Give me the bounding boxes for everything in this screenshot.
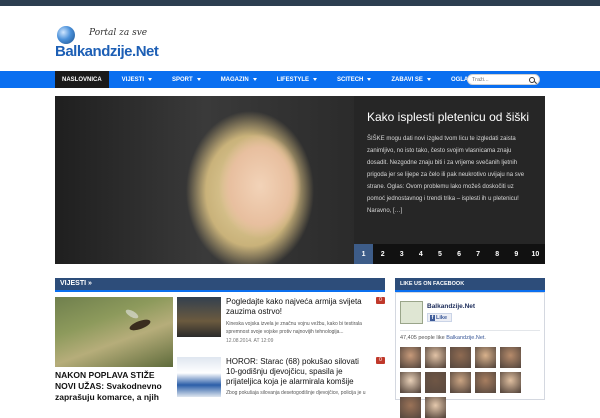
section-underline bbox=[55, 290, 385, 292]
news-post: Pogledajte kako najveća armija svijeta z… bbox=[177, 297, 385, 355]
slider-page-8[interactable]: 8 bbox=[488, 244, 507, 264]
post-thumbnail[interactable] bbox=[177, 357, 221, 397]
top-strip bbox=[0, 0, 600, 6]
post-excerpt: Kineska vojska izvela je značnu vojnu ve… bbox=[226, 321, 362, 335]
site-tagline: Portal za sve bbox=[89, 28, 148, 38]
nav-item-label: NASLOVNICA bbox=[62, 76, 102, 83]
slider-page-5[interactable]: 5 bbox=[430, 244, 449, 264]
site-name: Balkandzije.Net bbox=[55, 43, 159, 60]
slider-page-9[interactable]: 9 bbox=[507, 244, 526, 264]
caret-down-icon bbox=[367, 78, 372, 81]
fan-avatar[interactable] bbox=[400, 372, 421, 393]
slider-caption: Kako isplesti pletenicu od šiški ŠIŠKE m… bbox=[354, 96, 545, 244]
fan-avatar[interactable] bbox=[450, 347, 471, 368]
facebook-page-avatar[interactable] bbox=[400, 301, 423, 324]
nav-item-vijesti[interactable]: VIJESTI bbox=[115, 71, 159, 88]
fan-avatar[interactable] bbox=[475, 372, 496, 393]
fan-avatar[interactable] bbox=[425, 397, 446, 418]
globe-icon bbox=[57, 26, 75, 44]
fan-avatar[interactable] bbox=[425, 372, 446, 393]
caret-down-icon bbox=[252, 78, 257, 81]
mosquito-body bbox=[128, 317, 152, 333]
slider-image[interactable] bbox=[55, 96, 354, 264]
nav-menu: NASLOVNICA VIJESTI SPORT MAGAZIN LIFESTYLE SC… bbox=[55, 71, 495, 88]
like-count-page-link[interactable]: Balkandzije.Net bbox=[446, 335, 484, 341]
nav-item-magazin[interactable]: MAGAZIN bbox=[214, 71, 264, 88]
post-title[interactable]: Pogledajte kako najveća armija svijeta z… bbox=[226, 297, 369, 317]
news-post: HOROR: Starac (68) pokušao silovati 10-g… bbox=[177, 357, 385, 400]
divider bbox=[400, 330, 540, 331]
search-box[interactable] bbox=[467, 74, 540, 85]
fan-avatar[interactable] bbox=[400, 347, 421, 368]
caret-down-icon bbox=[148, 78, 153, 81]
nav-item-label: VIJESTI bbox=[121, 76, 145, 83]
nav-item-label: ZABAVI SE bbox=[391, 76, 423, 83]
news-section-title[interactable]: VIJESTI » bbox=[60, 278, 92, 290]
post-date: 12.08.2014. AT 12:09 bbox=[226, 338, 274, 344]
caret-down-icon bbox=[196, 78, 201, 81]
fan-avatar[interactable] bbox=[500, 372, 521, 393]
search-input[interactable] bbox=[472, 75, 527, 84]
slider-page-4[interactable]: 4 bbox=[411, 244, 430, 264]
mosquito-wing bbox=[124, 307, 140, 321]
nav-item-naslovnica[interactable]: NASLOVNICA bbox=[55, 71, 109, 88]
slider-page-6[interactable]: 6 bbox=[449, 244, 468, 264]
news-section-header: VIJESTI » bbox=[55, 278, 385, 292]
facebook-widget-header: LIKE US ON FACEBOOK bbox=[395, 278, 545, 292]
caret-down-icon bbox=[313, 78, 318, 81]
slider-pager: 1 2 3 4 5 6 7 8 9 10 bbox=[354, 244, 545, 264]
comment-count-badge[interactable]: 0 bbox=[376, 357, 385, 364]
nav-item-label: MAGAZIN bbox=[220, 76, 249, 83]
slider-page-3[interactable]: 3 bbox=[392, 244, 411, 264]
post-title[interactable]: HOROR: Starac (68) pokušao silovati 10-g… bbox=[226, 357, 369, 387]
facebook-like-count: 47,405 people like Balkandzije.Net. bbox=[400, 335, 486, 341]
site-logo[interactable]: Portal za sve Balkandzije.Net bbox=[55, 24, 165, 64]
facebook-widget-title: LIKE US ON FACEBOOK bbox=[400, 281, 465, 287]
caret-down-icon bbox=[426, 78, 431, 81]
post-thumbnail[interactable] bbox=[177, 297, 221, 337]
fan-avatar[interactable] bbox=[425, 347, 446, 368]
facebook-like-box: Balkandzije.Net Like 47,405 people like … bbox=[395, 292, 545, 418]
nav-item-scitech[interactable]: SCITECH bbox=[330, 71, 378, 88]
facebook-fan-faces bbox=[400, 347, 540, 418]
nav-item-label: SCITECH bbox=[337, 76, 364, 83]
fan-avatar[interactable] bbox=[450, 372, 471, 393]
nav-item-sport[interactable]: SPORT bbox=[165, 71, 208, 88]
featured-slider: Kako isplesti pletenicu od šiški ŠIŠKE m… bbox=[55, 96, 545, 264]
nav-item-label: LIFESTYLE bbox=[276, 76, 310, 83]
nav-item-lifestyle[interactable]: LIFESTYLE bbox=[270, 71, 324, 88]
slider-page-7[interactable]: 7 bbox=[469, 244, 488, 264]
slider-title[interactable]: Kako isplesti pletenicu od šiški bbox=[367, 110, 533, 124]
slider-page-2[interactable]: 2 bbox=[373, 244, 392, 264]
fan-avatar[interactable] bbox=[500, 347, 521, 368]
slider-page-1[interactable]: 1 bbox=[354, 244, 374, 264]
slider-page-10[interactable]: 10 bbox=[526, 244, 545, 264]
facebook-page-name[interactable]: Balkandzije.Net bbox=[427, 303, 475, 310]
nav-item-zabavi-se[interactable]: ZABAVI SE bbox=[384, 71, 438, 88]
nav-item-label: SPORT bbox=[172, 76, 193, 83]
main-navigation: NASLOVNICA VIJESTI SPORT MAGAZIN LIFESTYLE SC… bbox=[0, 71, 600, 88]
fan-avatar[interactable] bbox=[400, 397, 421, 418]
search-icon[interactable] bbox=[529, 76, 535, 83]
featured-news-title[interactable]: NAKON POPLAVA STIŽE NOVI UŽAS: Svakodnev… bbox=[55, 370, 173, 403]
post-excerpt: Zbog pokušaja silovanja desetogodišnje d… bbox=[226, 390, 366, 396]
slider-excerpt: ŠIŠKE mogu dati novi izgled tvom licu te… bbox=[367, 136, 525, 214]
like-count-end: . bbox=[484, 335, 486, 341]
fan-avatar[interactable] bbox=[475, 347, 496, 368]
featured-news-image[interactable] bbox=[55, 297, 173, 367]
like-count-text: 47,405 people like bbox=[400, 335, 445, 341]
facebook-like-button[interactable]: Like bbox=[427, 313, 452, 322]
comment-count-badge[interactable]: 0 bbox=[376, 297, 385, 304]
